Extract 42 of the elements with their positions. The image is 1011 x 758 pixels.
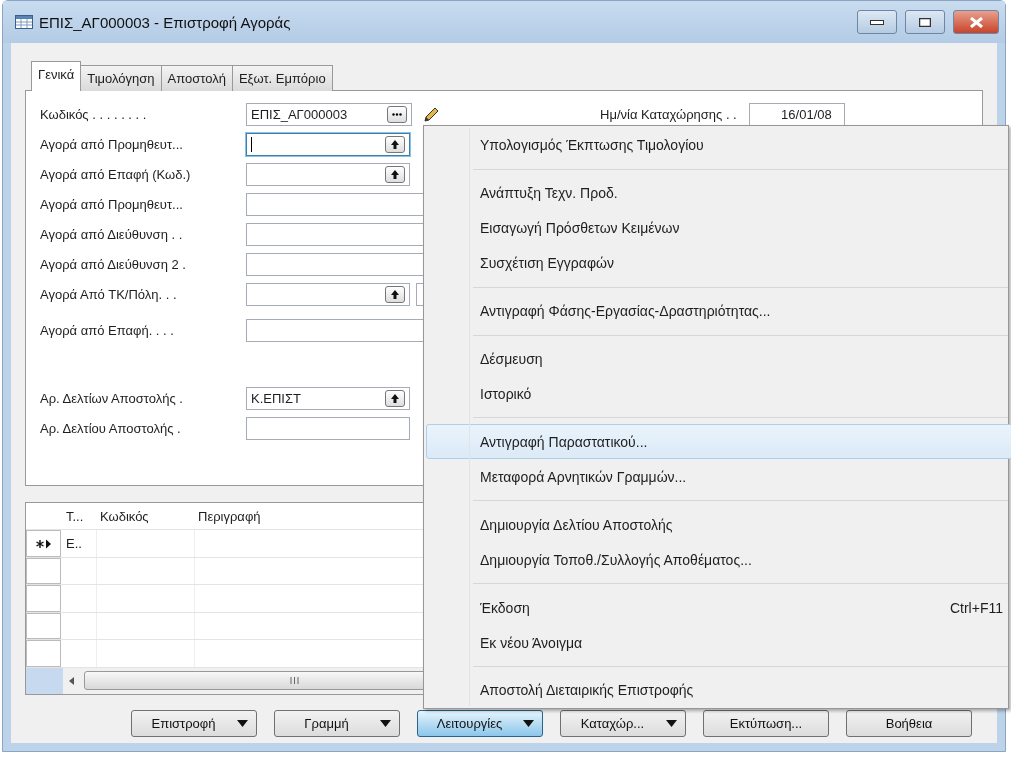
input-field[interactable]: ΕΠΙΣ_ΑΓ000003 (246, 103, 412, 126)
input-field[interactable]: Κ.ΕΠΙΣΤ (246, 387, 410, 410)
field-label: Αγορά από Διεύθυνση . . (40, 227, 184, 242)
menu-item[interactable]: Έκδοση Ctrl+F11 (426, 590, 1011, 626)
menu-item[interactable]: Υπολογισμός Έκπτωσης Τιμολογίου (426, 128, 1011, 163)
action-button[interactable]: Επιστροφή (131, 710, 257, 737)
table-cell: Ε.. (63, 530, 97, 557)
window-title: ΕΠΙΣ_ΑΓ000003 - Επιστροφή Αγοράς (39, 13, 292, 31)
field-label: Αγορά από Προμηθευτ... (40, 197, 184, 212)
menu-item[interactable]: Μεταφορά Αρνητικών Γραμμών... (426, 459, 1011, 495)
action-button[interactable]: Γραμμή (274, 710, 400, 737)
field-label: Αρ. Δελτίων Αποστολής . (40, 391, 184, 406)
field-label: Κωδικός . . . . . . . . (40, 107, 148, 122)
tab[interactable]: Εξωτ. Εμπόριο (231, 65, 333, 91)
field-label: Αρ. Δελτίου Αποστολής . (40, 421, 182, 436)
action-button[interactable]: Εκτύπωση... (703, 710, 829, 737)
menu-item[interactable]: Ιστορικό (426, 376, 1011, 412)
tab[interactable]: Γενικά (31, 61, 82, 91)
menu-item[interactable]: Αντιγραφή Φάσης-Εργασίας-Δραστηριότητας... (426, 293, 1011, 329)
menu-item[interactable]: Δέσμευση (426, 341, 1011, 377)
menu-item[interactable]: Αποστολή Διεταιρικής Επιστροφής (426, 672, 1011, 708)
tab[interactable]: Αποστολή (160, 65, 233, 91)
field-label: Αγορά από Επαφή. . . . (40, 322, 175, 338)
tab[interactable]: Τιμολόγηση (80, 65, 162, 91)
field-label: Αγορά από Διεύθυνση 2 . (40, 257, 187, 272)
menu-item[interactable]: Δημιουργία Τοποθ./Συλλογής Αποθέματος... (426, 542, 1011, 578)
column-header[interactable]: Τ... (63, 503, 97, 530)
menu-item[interactable]: Εισαγωγή Πρόσθετων Κειμένων (426, 210, 1011, 246)
field-label: Ημ/νία Καταχώρησης . . (600, 106, 737, 122)
action-button[interactable]: Λειτουργίες (417, 710, 543, 737)
field-label: Αγορά από Επαφή (Κωδ.) (40, 167, 192, 182)
action-button[interactable]: Καταχώρ... (560, 710, 686, 737)
menu-item[interactable]: Ανάπτυξη Τεχν. Προδ. (426, 175, 1011, 211)
menu-item[interactable]: Συσχέτιση Εγγραφών (426, 245, 1011, 281)
shortcut-text: Ctrl+F11 (949, 599, 1003, 616)
menu-item[interactable]: Αντιγραφή Παραστατικού... (426, 424, 1011, 460)
field-label: Αγορά από Προμηθευτ... (40, 137, 184, 152)
field-label: Αγορά Από ΤΚ/Πόλη. . . (40, 287, 178, 302)
menu-item[interactable]: Δημιουργία Δελτίου Αποστολής (426, 507, 1011, 543)
column-header[interactable]: Κωδικός (97, 503, 195, 530)
action-button[interactable]: Βοήθεια (846, 710, 972, 737)
menu-item[interactable]: Εκ νέου Άνοιγμα (426, 625, 1011, 660)
